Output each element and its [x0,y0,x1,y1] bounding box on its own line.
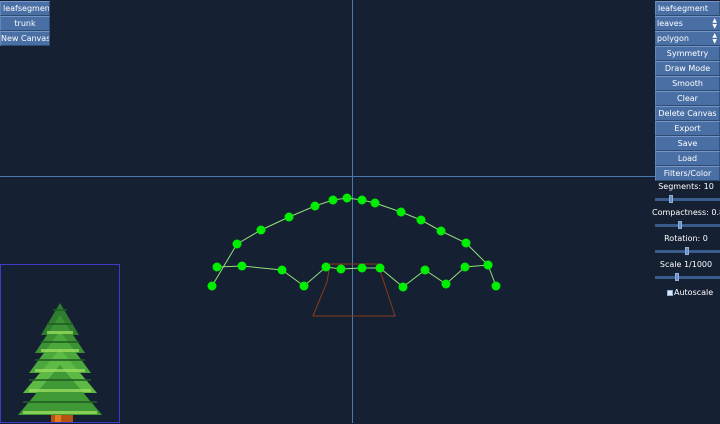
control-point[interactable] [207,281,217,291]
symmetry-button[interactable]: Symmetry [655,46,720,61]
segments-slider-thumb[interactable] [669,195,673,203]
mode-label-left: leafsegment [0,1,50,16]
autoscale-label: Autoscale [674,288,714,297]
tree-preview-image [18,303,102,422]
trunk-outline [312,263,396,317]
control-point[interactable] [396,207,406,217]
delete-canvas-button[interactable]: Delete Canvas [655,106,720,121]
new-canvas-button[interactable]: New Canvas [0,31,50,46]
leaf-segment-lines [211,197,497,288]
rotation-slider[interactable] [655,247,720,255]
updown-arrows-icon: ▲ ▼ [712,17,717,30]
control-point[interactable] [277,265,287,275]
draw-mode-button[interactable]: Draw Mode [655,61,720,76]
control-point[interactable] [460,262,470,272]
smooth-button[interactable]: Smooth [655,76,720,91]
layer-select-value: leaves [657,19,683,28]
control-point[interactable] [416,215,426,225]
autoscale-checkbox[interactable] [667,289,673,296]
rotation-slider-thumb[interactable] [685,247,689,255]
trunk-button[interactable]: trunk [0,16,50,31]
control-point[interactable] [232,239,242,249]
control-point[interactable] [483,260,493,270]
trunk-outline-layer [312,263,396,317]
control-point[interactable] [398,282,408,292]
compactness-slider[interactable] [655,221,720,229]
control-point[interactable] [284,212,294,222]
shape-select-value: polygon [657,34,689,43]
outer-leaf-path [211,197,497,287]
control-point[interactable] [357,263,367,273]
control-point[interactable] [491,281,501,291]
control-point[interactable] [336,264,346,274]
autoscale-row[interactable]: Autoscale [667,288,713,297]
control-point[interactable] [212,262,222,272]
layer-select[interactable]: leaves ▲ ▼ [655,16,720,31]
compactness-slider-thumb[interactable] [678,221,682,229]
shape-select[interactable]: polygon ▲ ▼ [655,31,720,46]
scale-slider-thumb[interactable] [675,273,679,281]
mode-label-right: leafsegment [655,1,720,16]
control-point[interactable] [357,195,367,205]
control-point[interactable] [328,195,338,205]
control-point[interactable] [370,198,380,208]
rotation-label: Rotation: 0 [664,234,708,243]
control-point[interactable] [310,201,320,211]
control-point[interactable] [321,262,331,272]
control-point[interactable] [436,226,446,236]
clear-button[interactable]: Clear [655,91,720,106]
control-point[interactable] [375,263,385,273]
load-button[interactable]: Load [655,151,720,166]
control-point[interactable] [256,225,266,235]
scale-label: Scale 1/1000 [659,260,713,269]
filters-color-button[interactable]: Filters/Color [655,166,720,181]
control-point[interactable] [461,238,471,248]
leaf-segment-points [207,193,501,292]
save-button[interactable]: Save [655,136,720,151]
control-point[interactable] [342,193,352,203]
segments-label: Segments: 10 [658,182,714,191]
export-button[interactable]: Export [655,121,720,136]
segments-slider[interactable] [655,195,720,203]
compactness-label: Compactness: 0.8 [652,208,720,217]
scale-slider[interactable] [655,273,720,281]
control-point[interactable] [237,261,247,271]
updown-arrows-icon: ▲ ▼ [712,32,717,45]
tree-preview-panel [0,264,120,423]
control-point[interactable] [299,281,309,291]
control-point[interactable] [441,279,451,289]
control-point[interactable] [420,265,430,275]
